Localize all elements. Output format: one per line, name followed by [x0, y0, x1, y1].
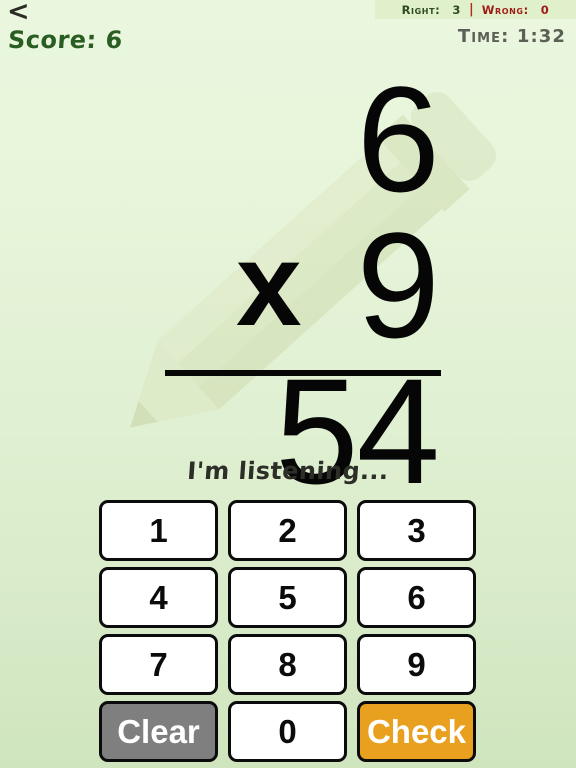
keypad-key-6[interactable]: 6 — [357, 567, 476, 628]
numeric-keypad: 1 2 3 4 5 6 7 8 9 Clear 0 Check — [99, 500, 478, 762]
keypad-key-8[interactable]: 8 — [228, 634, 347, 695]
keypad-key-1[interactable]: 1 — [99, 500, 218, 561]
right-label: Right: — [401, 2, 441, 17]
keypad-key-5[interactable]: 5 — [228, 567, 347, 628]
keypad-key-0[interactable]: 0 — [228, 701, 347, 762]
keypad-key-2[interactable]: 2 — [228, 500, 347, 561]
back-button[interactable]: < — [7, 0, 30, 25]
math-problem: 6 x 9 54 — [0, 55, 576, 506]
right-counter: Right: 3 — [402, 3, 469, 17]
score-display: Score: 6 — [7, 26, 124, 54]
right-value: 3 — [452, 2, 461, 17]
listening-status: I'm listening... — [186, 457, 390, 485]
keypad-key-9[interactable]: 9 — [357, 634, 476, 695]
keypad-key-4[interactable]: 4 — [99, 567, 218, 628]
wrong-value: 0 — [540, 2, 550, 17]
operand-a: 6 — [356, 55, 440, 223]
keypad-key-clear[interactable]: Clear — [99, 701, 218, 762]
keypad-key-check[interactable]: Check — [357, 701, 476, 762]
game-screen: < Right: 3 | Wrong: 0 Score: 6 Time: 1:32 … — [0, 0, 576, 768]
keypad-key-7[interactable]: 7 — [99, 634, 218, 695]
keypad-key-3[interactable]: 3 — [357, 500, 476, 561]
wrong-counter: Wrong: 0 — [474, 3, 550, 17]
stats-band: Right: 3 | Wrong: 0 — [375, 0, 576, 19]
operand-b: 9 — [356, 201, 440, 369]
wrong-label: Wrong: — [481, 2, 529, 17]
operator-symbol: x — [236, 219, 302, 351]
timer-display: Time: 1:32 — [457, 26, 566, 47]
